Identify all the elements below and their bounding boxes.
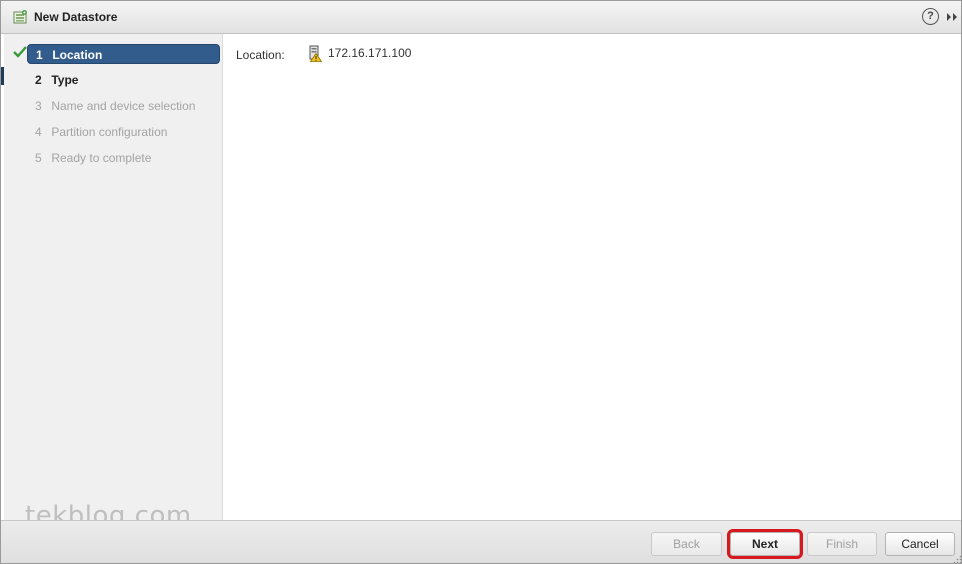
dialog-footer: Back Next Finish Cancel	[1, 520, 961, 563]
next-button[interactable]: Next	[727, 529, 803, 559]
step-ready-to-complete: 5 Ready to complete	[27, 148, 220, 168]
step-number: 2	[35, 73, 42, 87]
step-partition-configuration: 4 Partition configuration	[27, 122, 220, 142]
cancel-button[interactable]: Cancel	[885, 532, 955, 556]
step-label: Ready to complete	[51, 151, 152, 165]
step-type[interactable]: 2 Type	[27, 70, 220, 90]
dialog-title: New Datastore	[34, 10, 118, 24]
step-location[interactable]: 1 Location	[27, 44, 220, 64]
step-label: Location	[52, 48, 103, 62]
check-icon	[13, 46, 27, 58]
back-button[interactable]: Back	[651, 532, 722, 556]
step-label: Partition configuration	[51, 125, 168, 139]
wizard-steps-sidebar: 1 Location 2 Type 3 Name and device sele…	[4, 34, 223, 520]
help-icon[interactable]: ?	[922, 8, 939, 25]
step-number: 1	[36, 48, 43, 62]
step-name-device-selection: 3 Name and device selection	[27, 96, 220, 116]
step-number: 5	[35, 151, 42, 165]
datastore-icon	[13, 10, 27, 24]
title-bar: New Datastore ?	[1, 1, 961, 34]
location-label: Location:	[236, 48, 285, 62]
step-label: Type	[51, 73, 79, 87]
location-value: 172.16.171.100	[328, 46, 412, 60]
resize-grip-icon[interactable]	[953, 555, 962, 564]
step-number: 3	[35, 99, 42, 113]
host-warning-icon	[309, 45, 322, 62]
expand-icon[interactable]	[945, 10, 959, 24]
wizard-content-pane: Location: 172.16.171.100	[224, 34, 961, 520]
step-label: Name and device selection	[51, 99, 196, 113]
new-datastore-dialog: New Datastore ? 1 Location 2 Type 3 Name…	[0, 0, 962, 564]
step-number: 4	[35, 125, 42, 139]
finish-button[interactable]: Finish	[807, 532, 877, 556]
